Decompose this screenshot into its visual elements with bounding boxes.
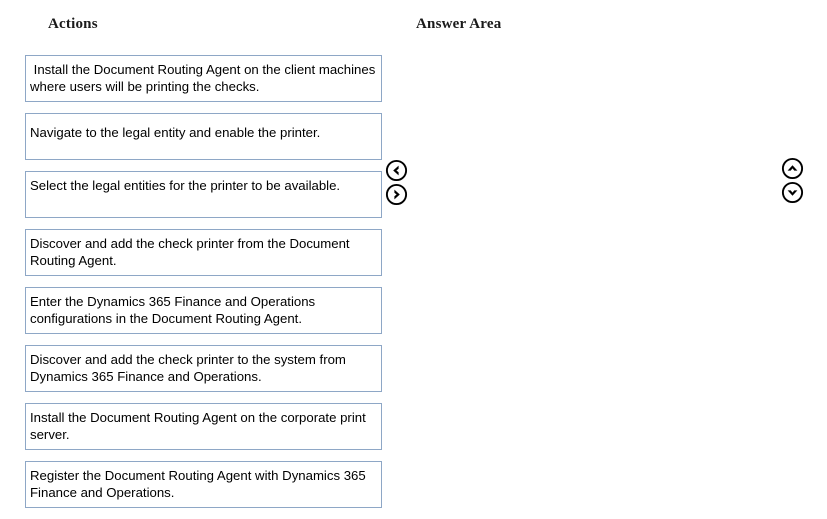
circled-chevron-up-icon[interactable] (781, 157, 804, 180)
actions-column-header: Actions (48, 16, 98, 32)
actions-list: Install the Document Routing Agent on th… (25, 55, 382, 519)
action-item-enter-d365-configurations-in-dra[interactable]: Enter the Dynamics 365 Finance and Opera… (25, 287, 382, 334)
circled-chevron-left-icon[interactable] (385, 159, 408, 182)
answer-area-drop-zone[interactable] (416, 55, 766, 485)
action-item-discover-add-printer-from-dra[interactable]: Discover and add the check printer from … (25, 229, 382, 276)
move-controls (385, 159, 408, 206)
action-item-install-dra-client-machines[interactable]: Install the Document Routing Agent on th… (25, 55, 382, 102)
action-item-discover-add-printer-from-d365[interactable]: Discover and add the check printer to th… (25, 345, 382, 392)
action-item-install-dra-corporate-print-server[interactable]: Install the Document Routing Agent on th… (25, 403, 382, 450)
circled-chevron-right-icon[interactable] (385, 183, 408, 206)
action-item-register-dra-with-d365[interactable]: Register the Document Routing Agent with… (25, 461, 382, 508)
reorder-controls (781, 157, 804, 204)
action-item-navigate-legal-entity-enable-printer[interactable]: Navigate to the legal entity and enable … (25, 113, 382, 160)
circled-chevron-down-icon[interactable] (781, 181, 804, 204)
answer-area-column-header: Answer Area (416, 16, 502, 32)
action-item-select-legal-entities-printer[interactable]: Select the legal entities for the printe… (25, 171, 382, 218)
